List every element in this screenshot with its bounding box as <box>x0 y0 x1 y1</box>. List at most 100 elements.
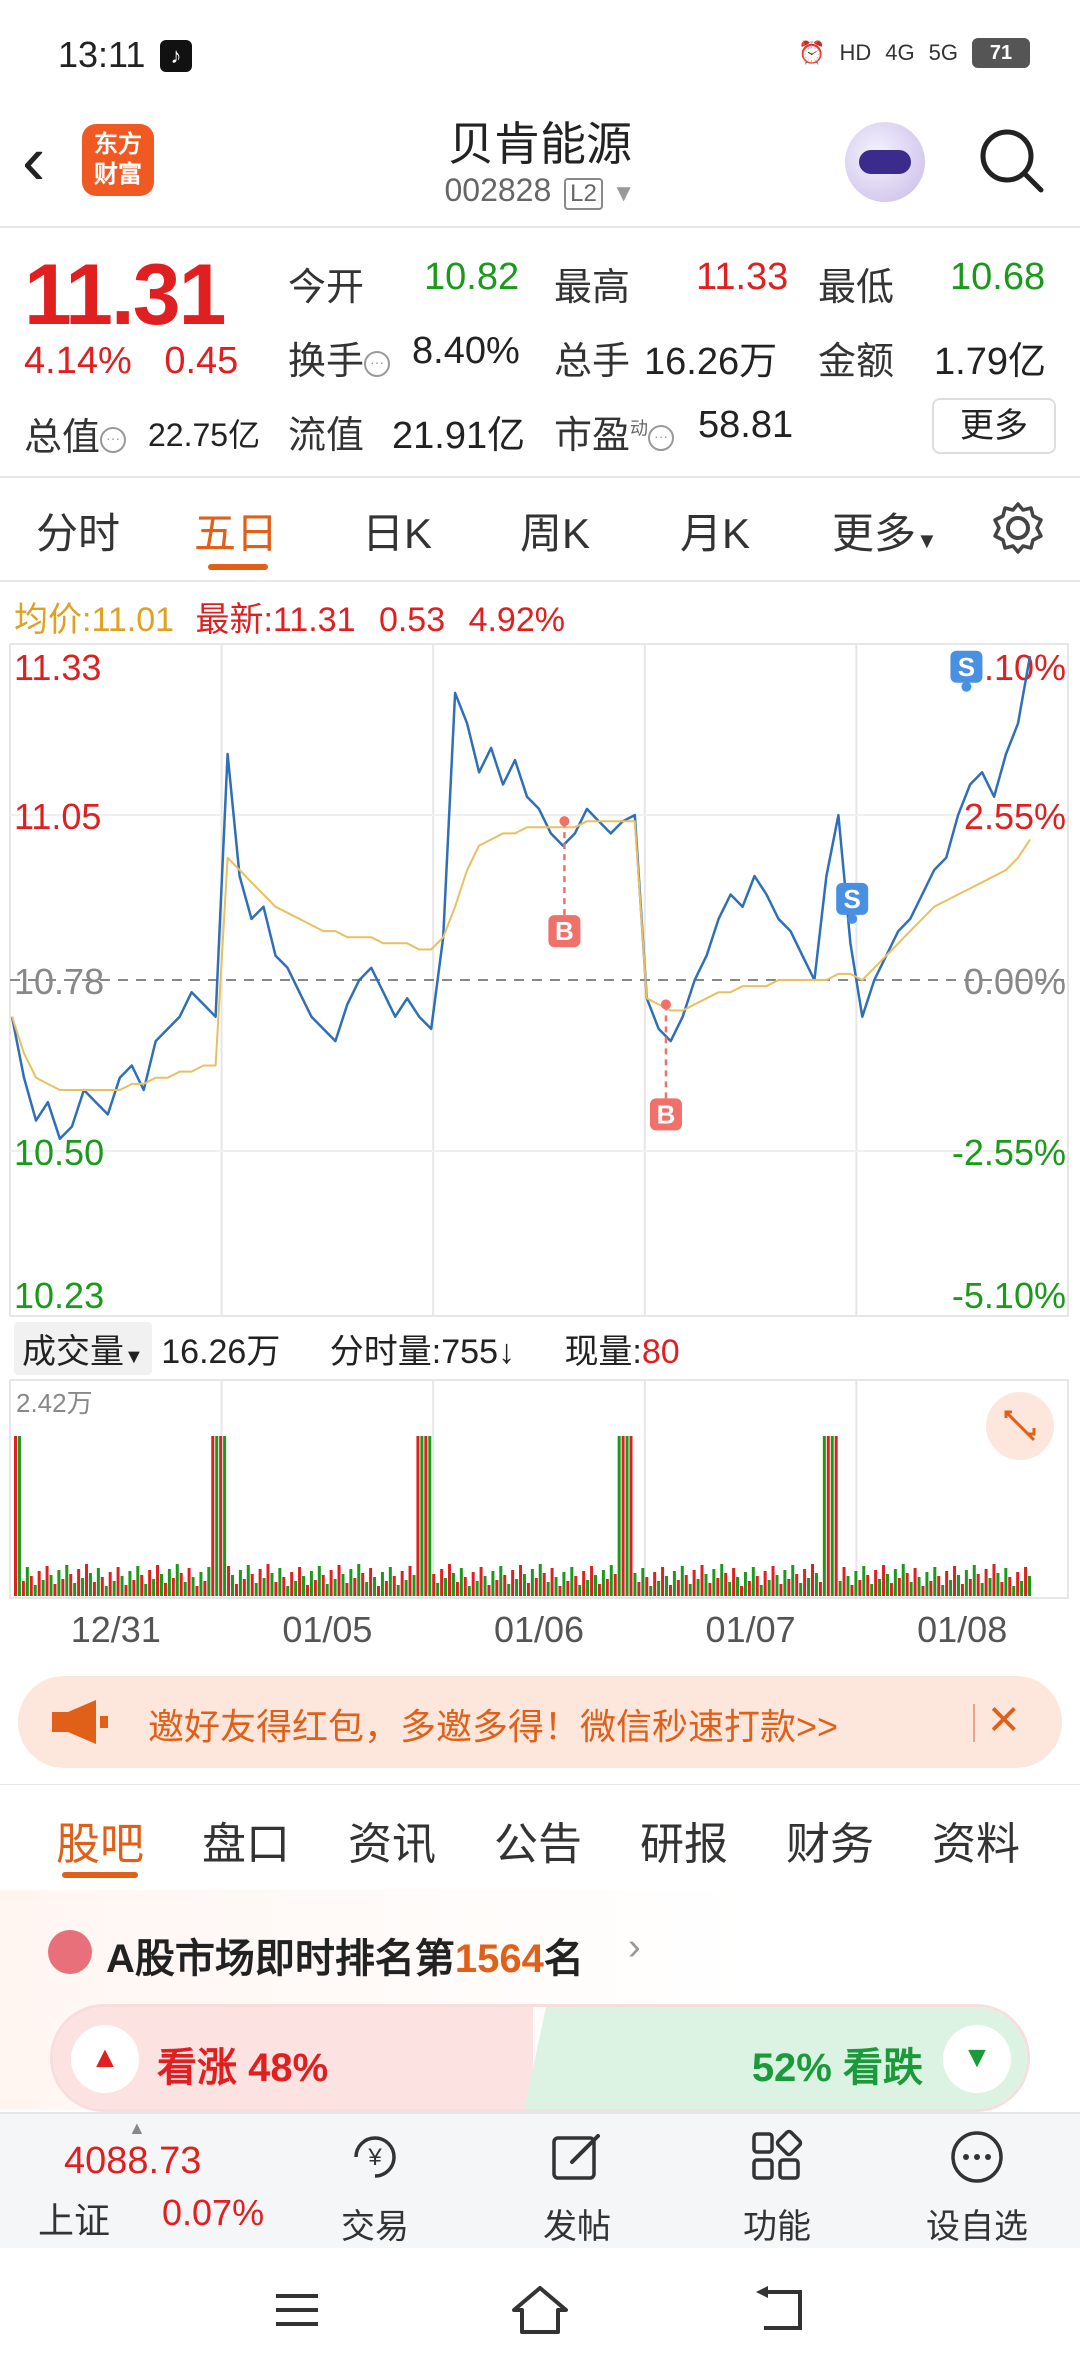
assistant-avatar[interactable] <box>845 122 925 202</box>
volume-bar <box>830 1436 834 1596</box>
volume-bar <box>455 1582 459 1596</box>
volume-bar <box>676 1580 680 1596</box>
volume-bar <box>661 1567 665 1596</box>
volume-bar <box>980 1583 984 1596</box>
subtab-announcements[interactable]: 公告 <box>494 1808 582 1872</box>
trade-button[interactable]: ¥ 交易 <box>310 2128 440 2248</box>
volume-bar <box>736 1577 740 1596</box>
info-icon: ··· <box>648 424 675 451</box>
tab-intraday[interactable]: 分时 <box>36 500 120 561</box>
volume-bar <box>597 1584 601 1596</box>
subtab-research[interactable]: 研报 <box>640 1808 728 1872</box>
volume-bar <box>499 1566 503 1596</box>
trade-marker-dot <box>559 816 570 827</box>
add-watchlist-button[interactable]: 设自选 <box>912 2128 1042 2248</box>
volume-bar <box>834 1436 838 1596</box>
volume-bar <box>901 1564 905 1596</box>
back-nav-icon[interactable] <box>752 2286 808 2334</box>
subtab-forum[interactable]: 股吧 <box>56 1808 144 1872</box>
avg-price-line <box>11 820 1031 1091</box>
subtab-finance[interactable]: 财务 <box>786 1808 874 1872</box>
tab-more[interactable]: 更多▼ <box>832 500 938 561</box>
vote-down-button[interactable]: ▼ <box>943 2025 1011 2093</box>
index-pct: 0.07% <box>162 2192 265 2233</box>
volume-bar <box>724 1573 728 1596</box>
tab-five-day[interactable]: 五日 <box>194 500 278 561</box>
volume-bar <box>905 1573 909 1596</box>
more-quote-button[interactable]: 更多 <box>932 398 1056 454</box>
volume-bar <box>913 1568 917 1596</box>
trade-marker-dot <box>961 681 972 692</box>
volume-bar <box>29 1576 33 1596</box>
post-button[interactable]: 发帖 <box>512 2128 642 2248</box>
tab-daily-k[interactable]: 日K <box>362 500 432 561</box>
volume-bar <box>625 1436 629 1596</box>
volume-bar <box>167 1569 171 1596</box>
volume-bar <box>61 1579 65 1596</box>
volume-bar <box>799 1583 803 1596</box>
search-icon[interactable] <box>975 124 1047 196</box>
volume-bar <box>550 1568 554 1596</box>
volume-bar <box>451 1573 455 1596</box>
volume-bar <box>992 1564 996 1596</box>
volume-bar <box>921 1586 925 1596</box>
volume-bar <box>732 1568 736 1596</box>
volume-bar <box>408 1566 412 1596</box>
volume-bar <box>266 1564 270 1596</box>
tab-monthly-k[interactable]: 月K <box>680 500 750 561</box>
volume-bar <box>104 1586 108 1596</box>
volume-bar <box>680 1566 684 1596</box>
volume-bar <box>960 1584 964 1596</box>
volume-bar <box>444 1578 448 1596</box>
volume-max-label: 2.42万 <box>16 1388 93 1418</box>
chevron-down-icon: ▼ <box>916 528 938 553</box>
volume-bar <box>85 1564 89 1596</box>
volume-bar <box>937 1576 941 1596</box>
y-axis-tick-right: -2.55% <box>952 1132 1066 1173</box>
invite-banner[interactable]: 邀好友得红包，多邀多得！微信秒速打款>> × <box>18 1676 1062 1768</box>
subtab-orderbook[interactable]: 盘口 <box>202 1808 290 1872</box>
five-day-price-chart[interactable]: 11.33 5.10%11.05 2.55%10.78 0.00%10.50 -2.55… <box>0 640 1080 1320</box>
volume-bar <box>234 1584 238 1596</box>
volume-bar <box>826 1436 830 1596</box>
index-value[interactable]: 4088.73 <box>64 2140 201 2183</box>
sentiment-vote: ▲ 看涨 48% 52% 看跌 ▼ <box>50 2004 1030 2112</box>
volume-bar <box>302 1576 306 1596</box>
volume-bar <box>159 1574 163 1596</box>
subtab-profile[interactable]: 资料 <box>932 1808 1020 1872</box>
volume-bar <box>242 1579 246 1596</box>
volume-bar <box>688 1584 692 1596</box>
volume-bar <box>290 1572 294 1596</box>
volume-bar <box>258 1569 262 1596</box>
subtab-news[interactable]: 资讯 <box>348 1808 436 1872</box>
menu-icon[interactable] <box>272 2288 322 2332</box>
volume-selector[interactable]: 成交量▼ <box>14 1322 152 1375</box>
volume-bar <box>846 1576 850 1596</box>
volume-bar <box>889 1583 893 1596</box>
megaphone-icon <box>52 1700 108 1744</box>
grid-icon <box>752 2129 803 2180</box>
volume-bar <box>227 1566 231 1596</box>
close-icon[interactable]: × <box>988 1688 1020 1750</box>
vote-up-label: 看涨 48% <box>157 2046 329 2090</box>
settings-gear-icon[interactable] <box>990 500 1046 556</box>
volume-bar <box>211 1436 215 1596</box>
volume-bar <box>436 1583 440 1596</box>
volume-bar <box>755 1576 759 1596</box>
volume-bar <box>885 1574 889 1596</box>
functions-button[interactable]: 功能 <box>712 2128 842 2248</box>
volume-bar <box>917 1577 921 1596</box>
market-rank[interactable]: A股市场即时排名第1564名 <box>106 1926 584 1984</box>
volume-bar <box>976 1574 980 1596</box>
volume-bar <box>179 1573 183 1596</box>
vote-up-button[interactable]: ▲ <box>71 2025 139 2093</box>
tab-weekly-k[interactable]: 周K <box>520 500 590 561</box>
volume-bar <box>203 1581 207 1596</box>
expand-icon <box>986 1392 1054 1460</box>
volume-bar <box>874 1570 878 1596</box>
info-icon: ··· <box>364 350 391 377</box>
volume-bar <box>325 1584 329 1596</box>
home-icon[interactable] <box>510 2284 570 2336</box>
volume-bar <box>148 1570 152 1596</box>
volume-bar <box>542 1573 546 1596</box>
